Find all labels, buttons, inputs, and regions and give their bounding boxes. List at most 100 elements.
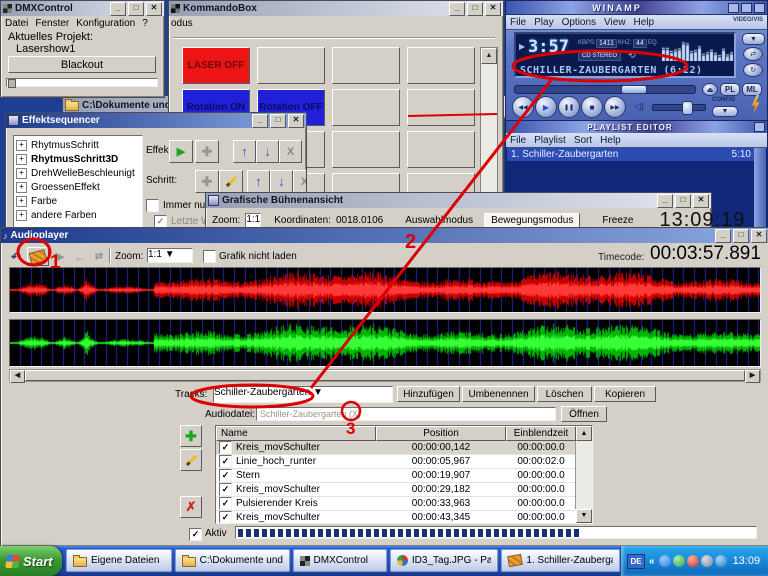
- effect-tree[interactable]: +RhytmusSchritt+RhytmusSchritt3D+DrehWel…: [13, 135, 143, 228]
- taskbar-button[interactable]: DMXControl: [293, 549, 387, 572]
- tree-item[interactable]: +andere Farben: [16, 208, 140, 222]
- refresh-button[interactable]: ⇄: [90, 247, 108, 266]
- start-button[interactable]: Start: [0, 546, 62, 576]
- scheduler-icon[interactable]: [701, 555, 713, 567]
- chevron-down-icon[interactable]: ▼: [313, 387, 323, 398]
- row-checkbox[interactable]: ✓: [219, 497, 232, 510]
- row-checkbox[interactable]: ✓: [219, 511, 232, 524]
- minimize-button[interactable]: [728, 3, 739, 13]
- scroll-right-icon[interactable]: ▶: [745, 370, 760, 383]
- taskbar-button[interactable]: ID3_Tag.JPG - Paint: [390, 549, 498, 572]
- next-button[interactable]: ▶▶: [604, 96, 626, 118]
- shade-button[interactable]: [741, 3, 752, 13]
- menu-item[interactable]: Fenster: [35, 18, 69, 29]
- taskbar-button[interactable]: Eigene Dateien: [66, 549, 172, 572]
- maximize-button[interactable]: □: [467, 2, 483, 16]
- minimize-button[interactable]: _: [449, 2, 465, 16]
- grafik-checkbox[interactable]: [203, 250, 216, 263]
- config-label[interactable]: CONFIG: [712, 97, 735, 103]
- chevron-down-icon[interactable]: ▼: [165, 249, 175, 260]
- tree-item[interactable]: +GroessenEffekt: [16, 180, 140, 194]
- menu-item[interactable]: Play: [534, 17, 553, 28]
- close-button[interactable]: ✕: [693, 194, 709, 208]
- close-button[interactable]: [754, 3, 765, 13]
- menu-item[interactable]: Options: [562, 17, 596, 28]
- open-audio-button[interactable]: [27, 247, 49, 266]
- taskbar-clock[interactable]: 13:09: [733, 555, 761, 567]
- titlebar-effektsequencer[interactable]: Effektsequencer _ □ ✕: [6, 113, 306, 128]
- column-header-position[interactable]: Position: [376, 426, 506, 441]
- playlist-toggle-button[interactable]: PL: [720, 83, 740, 96]
- language-indicator[interactable]: DE: [627, 554, 645, 569]
- repeat-icon[interactable]: ⟲: [628, 50, 636, 61]
- tree-item[interactable]: +Farbe: [16, 194, 140, 208]
- menu-item[interactable]: View: [604, 17, 626, 28]
- close-button[interactable]: ✕: [751, 229, 767, 243]
- add-effect-button[interactable]: ✚: [180, 425, 202, 447]
- close-button[interactable]: ✕: [146, 2, 162, 16]
- table-row[interactable]: ✓Kreis_movSchulter00:00:29,18200:00:00.0: [216, 483, 592, 497]
- freeze-button[interactable]: Freeze: [594, 214, 641, 227]
- effect-delete-button[interactable]: X: [279, 140, 302, 163]
- step-down-button[interactable]: ↓: [270, 170, 293, 193]
- minimize-button[interactable]: _: [110, 2, 126, 16]
- table-row[interactable]: ✓Stern00:00:19,90700:00:00.0: [216, 469, 592, 483]
- config-button[interactable]: ▼: [712, 106, 738, 117]
- network-error-icon[interactable]: [687, 555, 699, 567]
- table-row[interactable]: ✓Kreis_movSchulter00:00:43,34500:00:00.0: [216, 511, 592, 524]
- video-vis-label[interactable]: VIDEO/VIS: [733, 17, 763, 23]
- pause-button[interactable]: ❚❚: [558, 96, 580, 118]
- menu-item[interactable]: Sort: [574, 135, 592, 146]
- kbox-scrollbar[interactable]: ▲: [480, 47, 498, 193]
- command-button-empty[interactable]: [332, 89, 400, 126]
- hinzufuegen-button[interactable]: Hinzufügen: [397, 386, 460, 402]
- scroll-up-icon[interactable]: ▲: [576, 426, 592, 441]
- back-button[interactable]: ←: [70, 247, 90, 266]
- command-button-empty[interactable]: [332, 47, 400, 84]
- oeffnen-button[interactable]: Öffnen: [561, 406, 607, 422]
- delete-effect-button[interactable]: ✗: [180, 496, 202, 518]
- stop-button[interactable]: ■: [581, 96, 603, 118]
- minimize-button[interactable]: _: [715, 229, 731, 243]
- table-scrollbar[interactable]: [575, 441, 592, 509]
- minimize-button[interactable]: _: [252, 114, 268, 128]
- expand-icon[interactable]: +: [16, 210, 27, 221]
- auswahlmodus-button[interactable]: Auswahlmodus: [399, 214, 479, 227]
- blackout-button[interactable]: Blackout: [8, 56, 156, 73]
- tree-item[interactable]: +DrehWelleBeschleunigt: [16, 166, 140, 180]
- zoom-dropdown[interactable]: 1:1 ▼: [147, 248, 193, 263]
- zoom-dropdown[interactable]: 1:1 ▼: [245, 213, 261, 228]
- track-dropdown[interactable]: Schiller-Zaubergarten ▼: [213, 386, 393, 403]
- effect-down-button[interactable]: ↓: [256, 140, 279, 163]
- step-edit-button[interactable]: [219, 170, 243, 193]
- menu-item[interactable]: Datei: [5, 18, 28, 29]
- maximize-button[interactable]: □: [270, 114, 286, 128]
- menu-item[interactable]: Playlist: [534, 135, 566, 146]
- taskbar-button[interactable]: C:\Dokumente und Eins...: [175, 549, 290, 572]
- marquee-track-title[interactable]: SCHILLER-ZAUBERGARTEN (6:22): [520, 65, 734, 76]
- table-row[interactable]: ✓Linie_hoch_runter00:00:05,96700:00:02.0: [216, 455, 592, 469]
- scroll-up-icon[interactable]: ▲: [481, 48, 497, 64]
- window-audioplayer[interactable]: ♪ Audioplayer _ □ ✕ ↶ ▶ ← ⇄ Zoom: 1:1 ▼ …: [0, 227, 768, 547]
- globe-icon[interactable]: [715, 555, 727, 567]
- waveform-right-channel[interactable]: [10, 320, 760, 366]
- waveform-scrollbar[interactable]: ◀ ▶: [9, 369, 761, 382]
- umbenennen-button[interactable]: Umbenennen: [462, 386, 535, 402]
- previous-button[interactable]: ◀◀: [512, 96, 534, 118]
- scroll-down-icon[interactable]: ▼: [576, 509, 592, 523]
- slider-thumb[interactable]: [8, 79, 16, 88]
- time-display[interactable]: 3:57: [528, 37, 569, 57]
- command-button[interactable]: LASER OFF: [182, 47, 250, 84]
- tray-expand-icon[interactable]: «: [649, 556, 655, 567]
- kopieren-button[interactable]: Kopieren: [594, 386, 656, 402]
- aktiv-checkbox[interactable]: ✓: [189, 528, 202, 541]
- waveform-left-panel[interactable]: [9, 267, 761, 313]
- table-row[interactable]: ✓Pulsierender Kreis00:00:33,96300:00:00.…: [216, 497, 592, 511]
- command-button-empty[interactable]: [332, 131, 400, 168]
- seek-bar[interactable]: [514, 85, 696, 94]
- audiodatei-field[interactable]: Schiller-Zaubergarten (X): [256, 407, 556, 421]
- minimize-button[interactable]: _: [657, 194, 673, 208]
- waveform-left-channel[interactable]: [10, 268, 760, 312]
- play-track-button[interactable]: ▶: [50, 247, 70, 266]
- column-header-einblendzeit[interactable]: Einblendzeit: [506, 426, 576, 441]
